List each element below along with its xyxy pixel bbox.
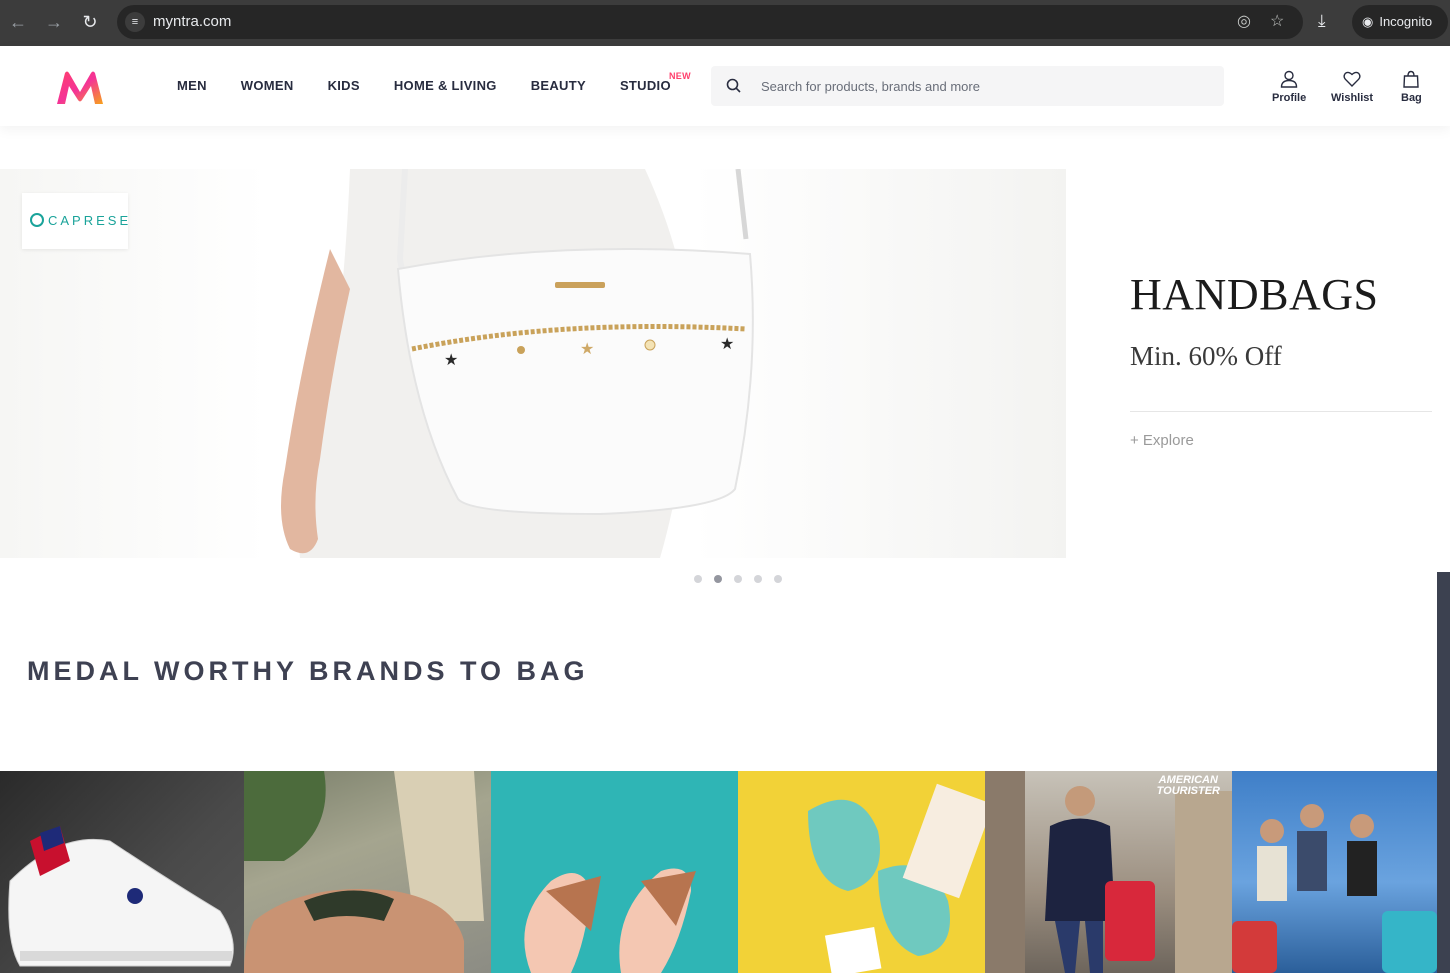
svg-text:★: ★ (444, 350, 458, 369)
carousel-dot-active[interactable] (714, 575, 722, 583)
bookmark-star-icon[interactable]: ☆ (1270, 12, 1284, 32)
search-input[interactable] (761, 66, 1211, 106)
profile-icon (1280, 70, 1298, 88)
svg-text:★: ★ (580, 339, 594, 358)
section-title: MEDAL WORTHY BRANDS TO BAG (27, 656, 589, 686)
brand-tile-casual-shoes[interactable] (244, 771, 491, 973)
brand-name: CAPRESE (48, 213, 132, 228)
sneaker-image (8, 826, 234, 967)
banner-offer: Min. 60% Off (1130, 341, 1282, 371)
heart-icon (1343, 71, 1361, 87)
caprese-logo-mark (30, 213, 44, 227)
banner-divider (1130, 411, 1432, 412)
main-nav: MEN WOMEN KIDS HOME & LIVING BEAUTY STUD… (177, 46, 705, 126)
bag-icon (1403, 70, 1420, 88)
download-icon[interactable]: ⤓ (1318, 11, 1326, 31)
search-bar[interactable] (711, 66, 1224, 106)
brand-tile-luggage-group[interactable] (1232, 771, 1450, 973)
brand-tiles: AMERICAN TOURISTER (0, 771, 1450, 973)
incognito-icon: ◉ (1362, 14, 1374, 29)
svg-text:★: ★ (720, 334, 734, 353)
bag-label: Bag (1401, 92, 1422, 104)
carousel-dot[interactable] (754, 575, 762, 583)
profile-label: Profile (1272, 92, 1307, 104)
nav-home-living[interactable]: HOME & LIVING (394, 46, 497, 126)
nav-studio[interactable]: STUDIO NEW (620, 46, 691, 126)
url-text[interactable]: myntra.com (153, 13, 231, 30)
brand-tile-luggage-man[interactable]: AMERICAN TOURISTER (985, 771, 1232, 973)
luggage-group-image (1232, 804, 1437, 973)
explore-link[interactable]: + Explore (1130, 432, 1194, 449)
new-badge: NEW (668, 71, 691, 81)
handbag-model-image: ★ ★ ★ (281, 169, 754, 558)
reload-icon[interactable]: ↻ (79, 11, 101, 33)
profile-button[interactable]: Profile (1272, 70, 1306, 104)
banner-copy: HANDBAGS Min. 60% Off + Explore (1130, 169, 1432, 558)
myntra-logo[interactable] (55, 70, 105, 106)
hero-banner[interactable]: ★ ★ ★ CAPRESE (0, 169, 1066, 558)
carousel-dot[interactable] (774, 575, 782, 583)
brand-badge[interactable]: CAPRESE (22, 193, 128, 249)
carousel-dots (694, 575, 794, 583)
scrollbar[interactable] (1437, 572, 1450, 973)
site-header: MEN WOMEN KIDS HOME & LIVING BEAUTY STUD… (0, 46, 1450, 126)
carousel-dot[interactable] (694, 575, 702, 583)
eye-off-icon[interactable]: ◎ (1237, 12, 1251, 32)
brand-tile-sneaker[interactable] (0, 771, 244, 973)
incognito-indicator[interactable]: ◉ Incognito (1352, 5, 1448, 39)
brand-tile-flats[interactable] (491, 771, 738, 973)
wishlist-label: Wishlist (1331, 92, 1374, 104)
nav-men[interactable]: MEN (177, 46, 207, 126)
flats-image (524, 868, 696, 973)
american-tourister-logo: AMERICAN TOURISTER (1156, 774, 1220, 797)
wishlist-button[interactable]: Wishlist (1331, 70, 1373, 104)
luggage-man-image (985, 771, 1232, 973)
nav-women[interactable]: WOMEN (241, 46, 294, 126)
incognito-label: Incognito (1379, 14, 1433, 29)
back-icon[interactable]: ← (7, 11, 29, 33)
banner-headline: HANDBAGS (1130, 270, 1379, 319)
forward-icon[interactable]: → (43, 11, 65, 33)
search-icon[interactable] (725, 77, 743, 95)
nav-kids[interactable]: KIDS (328, 46, 360, 126)
brand-tile-mules[interactable] (738, 771, 985, 973)
mules-image (808, 783, 985, 973)
address-bar[interactable]: ≡ myntra.com ◎ ☆ (117, 5, 1303, 39)
browser-toolbar: ← → ↻ ≡ myntra.com ◎ ☆ ⤓ ◉ Incognito (0, 0, 1450, 46)
site-settings-icon[interactable]: ≡ (125, 12, 145, 32)
nav-beauty[interactable]: BEAUTY (531, 46, 586, 126)
bag-button[interactable]: Bag (1401, 70, 1422, 104)
casual-shoes-image (244, 771, 484, 973)
carousel-dot[interactable] (734, 575, 742, 583)
